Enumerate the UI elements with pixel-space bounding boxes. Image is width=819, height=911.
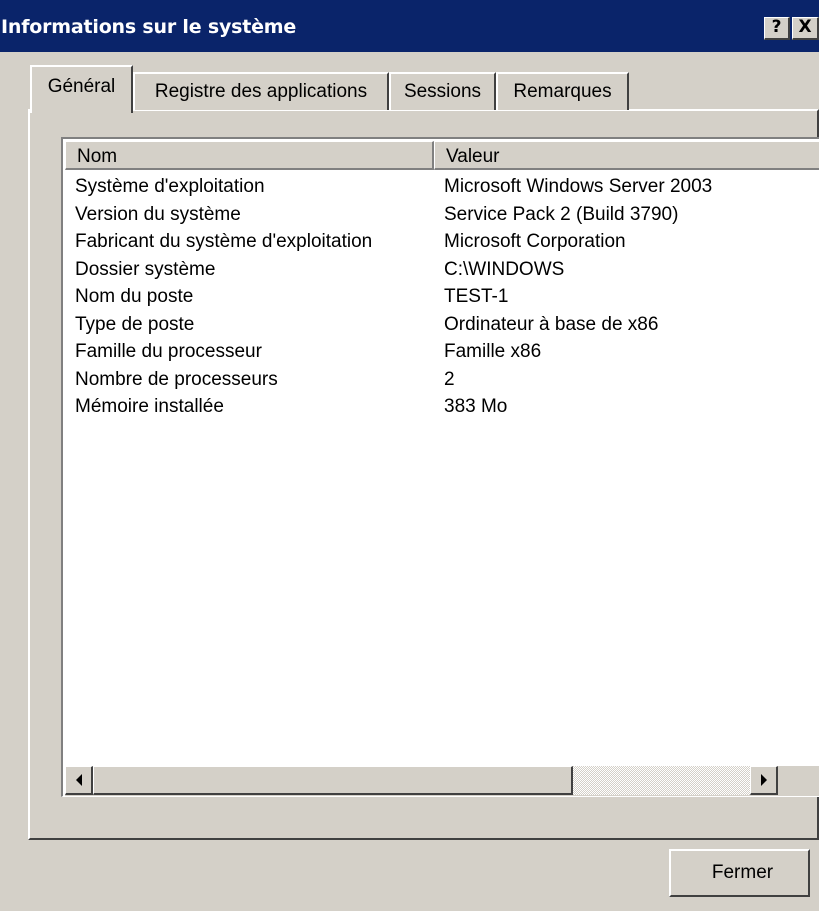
fermer-button[interactable]: Fermer <box>669 849 810 897</box>
row-name: Fabricant du système d'exploitation <box>75 231 373 252</box>
scroll-track[interactable] <box>573 766 750 795</box>
row-name: Version du système <box>75 203 241 225</box>
row-value: 2 <box>444 368 455 390</box>
row-name: Nom du poste <box>75 286 194 307</box>
tab-general[interactable]: Général <box>30 65 133 113</box>
column-header-valeur[interactable]: Valeur <box>434 141 819 170</box>
row-value: TEST-1 <box>444 286 509 307</box>
row-value: Microsoft Corporation <box>444 231 626 252</box>
row-value: C:\WINDOWS <box>444 258 565 280</box>
tab-general-label: Général <box>47 76 116 97</box>
row-name: Dossier système <box>75 258 216 280</box>
horizontal-scrollbar[interactable] <box>65 766 819 796</box>
scroll-right-button[interactable] <box>750 766 778 795</box>
tab-registre-label: Registre des applications <box>154 81 368 102</box>
row-value: 383 Mo <box>444 396 508 417</box>
system-info-list[interactable]: Nom Valeur Système d'exploitation Micros… <box>61 137 819 797</box>
scroll-left-button[interactable] <box>65 766 93 795</box>
arrow-left-icon <box>75 774 82 786</box>
row-name: Type de poste <box>75 313 195 335</box>
list-header: Nom Valeur <box>65 141 819 170</box>
row-value: Famille x86 <box>444 341 542 362</box>
row-value: Ordinateur à base de x86 <box>444 313 659 335</box>
scroll-thumb[interactable] <box>93 766 573 795</box>
row-name: Nombre de processeurs <box>75 368 278 390</box>
row-name: Système d'exploitation <box>75 176 265 197</box>
column-header-nom[interactable]: Nom <box>65 141 434 170</box>
tab-sessions[interactable]: Sessions <box>389 72 496 110</box>
tab-remarques[interactable]: Remarques <box>496 72 629 110</box>
arrow-right-icon <box>760 774 767 786</box>
system-info-dialog: Informations sur le système ? X Général … <box>0 0 819 911</box>
help-button[interactable]: ? <box>764 17 790 40</box>
tab-registre-des-applications[interactable]: Registre des applications <box>133 72 389 110</box>
title-bar[interactable]: Informations sur le système ? X <box>0 0 819 52</box>
tab-remarques-label: Remarques <box>513 81 612 102</box>
row-value: Microsoft Windows Server 2003 <box>444 176 713 197</box>
window-title: Informations sur le système <box>1 16 297 38</box>
row-name: Famille du processeur <box>75 341 262 362</box>
close-window-button[interactable]: X <box>792 17 819 40</box>
row-name: Mémoire installée <box>75 396 224 417</box>
tab-sessions-label: Sessions <box>403 81 482 102</box>
row-value: Service Pack 2 (Build 3790) <box>444 203 679 225</box>
